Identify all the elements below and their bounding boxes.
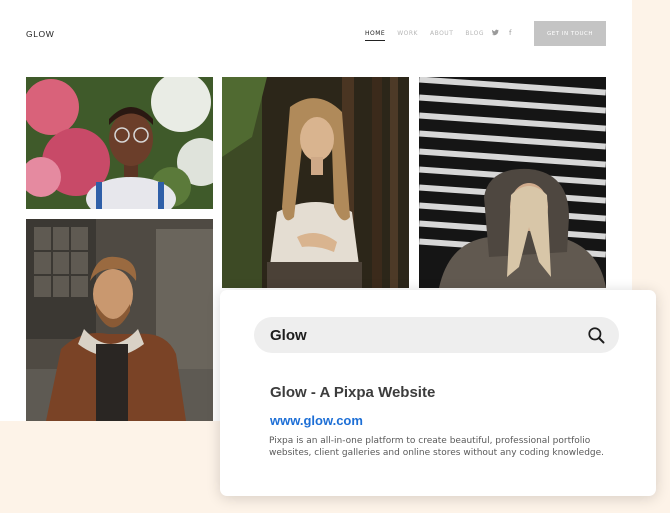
nav-item-blog[interactable]: BLOG bbox=[465, 30, 484, 41]
result-description: Pixpa is an all-in-one platform to creat… bbox=[269, 436, 605, 458]
social-links: f bbox=[492, 29, 511, 38]
search-result-card: Glow Glow - A Pixpa Website www.glow.com… bbox=[220, 290, 656, 496]
result-title[interactable]: Glow - A Pixpa Website bbox=[270, 384, 435, 401]
nav-item-work[interactable]: WORK bbox=[397, 30, 418, 41]
twitter-icon[interactable] bbox=[492, 29, 499, 38]
photo-portrait-woman-flowers[interactable] bbox=[26, 77, 213, 209]
photo-portrait-man-jacket[interactable] bbox=[26, 219, 213, 421]
result-url-link[interactable]: www.glow.com bbox=[270, 413, 363, 428]
search-bar[interactable]: Glow bbox=[254, 317, 619, 353]
get-in-touch-button[interactable]: GET IN TOUCH bbox=[534, 21, 606, 46]
search-query[interactable]: Glow bbox=[270, 327, 307, 344]
nav-item-home[interactable]: HOME bbox=[365, 30, 386, 41]
site-nav: HOME WORK ABOUT BLOG bbox=[365, 30, 496, 41]
facebook-icon[interactable]: f bbox=[509, 29, 511, 38]
photo-portrait-woman-forest[interactable] bbox=[222, 77, 409, 288]
site-logo[interactable]: GLOW bbox=[26, 29, 54, 39]
nav-item-about[interactable]: ABOUT bbox=[430, 30, 453, 41]
photo-portrait-woman-hood[interactable] bbox=[419, 77, 606, 288]
search-icon[interactable] bbox=[587, 326, 605, 344]
